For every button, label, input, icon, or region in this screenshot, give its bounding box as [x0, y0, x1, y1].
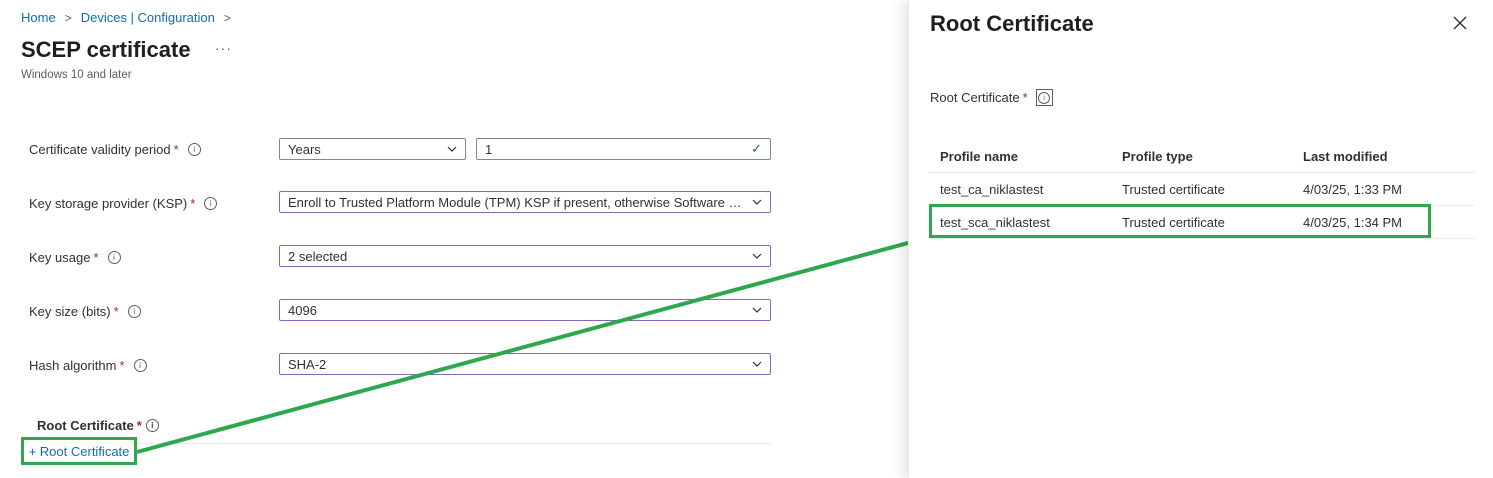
column-header-profile-name[interactable]: Profile name [940, 149, 1018, 164]
hash-value: SHA-2 [288, 356, 327, 372]
cell-profile-name: test_ca_niklastest [940, 182, 1044, 197]
key-usage-label: Key usage * i [29, 250, 121, 265]
validity-label: Certificate validity period * i [29, 142, 201, 157]
info-icon[interactable]: i [145, 419, 159, 432]
hash-label-text: Hash algorithm [29, 358, 117, 373]
cell-profile-name: test_sca_niklastest [940, 215, 1050, 230]
required-marker: * [190, 196, 196, 211]
cell-last-modified: 4/03/25, 1:34 PM [1303, 215, 1403, 230]
column-header-last-modified[interactable]: Last modified [1303, 149, 1388, 164]
info-icon[interactable]: i [127, 305, 141, 318]
divider [29, 443, 771, 444]
key-usage-label-text: Key usage [29, 250, 91, 265]
ellipsis-icon[interactable]: ··· [215, 40, 232, 56]
info-icon[interactable]: i [107, 251, 121, 264]
chevron-right-icon: > [64, 10, 72, 25]
info-button[interactable]: i [1035, 89, 1053, 106]
cell-last-modified: 4/03/25, 1:33 PM [1303, 182, 1403, 197]
key-usage-dropdown[interactable]: 2 selected [279, 245, 771, 267]
required-marker: * [136, 418, 142, 433]
breadcrumb-devices-configuration[interactable]: Devices | Configuration [81, 10, 215, 25]
panel-field-label: Root Certificate * i [930, 89, 1053, 106]
ksp-dropdown[interactable]: Enroll to Trusted Platform Module (TPM) … [279, 191, 771, 213]
info-icon[interactable]: i [204, 197, 218, 210]
breadcrumb: Home > Devices | Configuration > [21, 10, 240, 25]
chevron-down-icon [447, 146, 457, 152]
info-icon[interactable]: i [187, 143, 201, 156]
required-marker: * [113, 304, 119, 319]
info-icon: i [1038, 91, 1051, 104]
page-subtitle: Windows 10 and later [21, 69, 132, 81]
table-row[interactable]: test_ca_niklastest Trusted certificate 4… [929, 173, 1475, 206]
close-icon[interactable] [1451, 14, 1469, 32]
key-size-value: 4096 [288, 302, 317, 318]
chevron-down-icon [752, 199, 762, 205]
required-marker: * [119, 358, 125, 373]
page-title: SCEP certificate [21, 37, 191, 62]
key-size-label: Key size (bits) * i [29, 304, 141, 319]
validity-unit-value: Years [288, 141, 321, 157]
cell-profile-type: Trusted certificate [1122, 215, 1225, 230]
key-usage-value: 2 selected [288, 248, 348, 264]
info-icon[interactable]: i [133, 359, 147, 372]
key-size-label-text: Key size (bits) [29, 304, 111, 319]
root-certificate-label: Root Certificate * i [37, 418, 159, 433]
root-certificate-label-text: Root Certificate [37, 418, 134, 433]
checkmark-icon: ✓ [751, 141, 762, 156]
validity-label-text: Certificate validity period [29, 142, 171, 157]
validity-unit-dropdown[interactable]: Years [279, 138, 466, 160]
hash-label: Hash algorithm * i [29, 358, 147, 373]
ksp-label: Key storage provider (KSP) * i [29, 196, 218, 211]
chevron-down-icon [752, 253, 762, 259]
breadcrumb-home[interactable]: Home [21, 10, 56, 25]
required-marker: * [93, 250, 99, 265]
connector-line [136, 235, 931, 454]
cell-profile-type: Trusted certificate [1122, 182, 1225, 197]
table-row[interactable]: test_sca_niklastest Trusted certificate … [929, 206, 1475, 239]
required-marker: * [173, 142, 179, 157]
validity-value-text: 1 [485, 141, 493, 157]
chevron-down-icon [752, 307, 762, 313]
chevron-right-icon: > [223, 10, 231, 25]
ksp-label-text: Key storage provider (KSP) [29, 196, 188, 211]
validity-value-input[interactable]: 1 ✓ [476, 138, 771, 160]
ksp-value: Enroll to Trusted Platform Module (TPM) … [288, 194, 744, 210]
required-marker: * [1022, 90, 1028, 105]
chevron-down-icon [752, 361, 762, 367]
hash-dropdown[interactable]: SHA-2 [279, 353, 771, 375]
key-size-dropdown[interactable]: 4096 [279, 299, 771, 321]
add-root-certificate-button[interactable]: + Root Certificate [21, 437, 137, 465]
panel-title: Root Certificate [930, 11, 1094, 36]
column-header-profile-type[interactable]: Profile type [1122, 149, 1193, 164]
panel-field-label-text: Root Certificate [930, 90, 1020, 105]
root-certificate-panel: Root Certificate Root Certificate * i Pr… [908, 0, 1493, 478]
